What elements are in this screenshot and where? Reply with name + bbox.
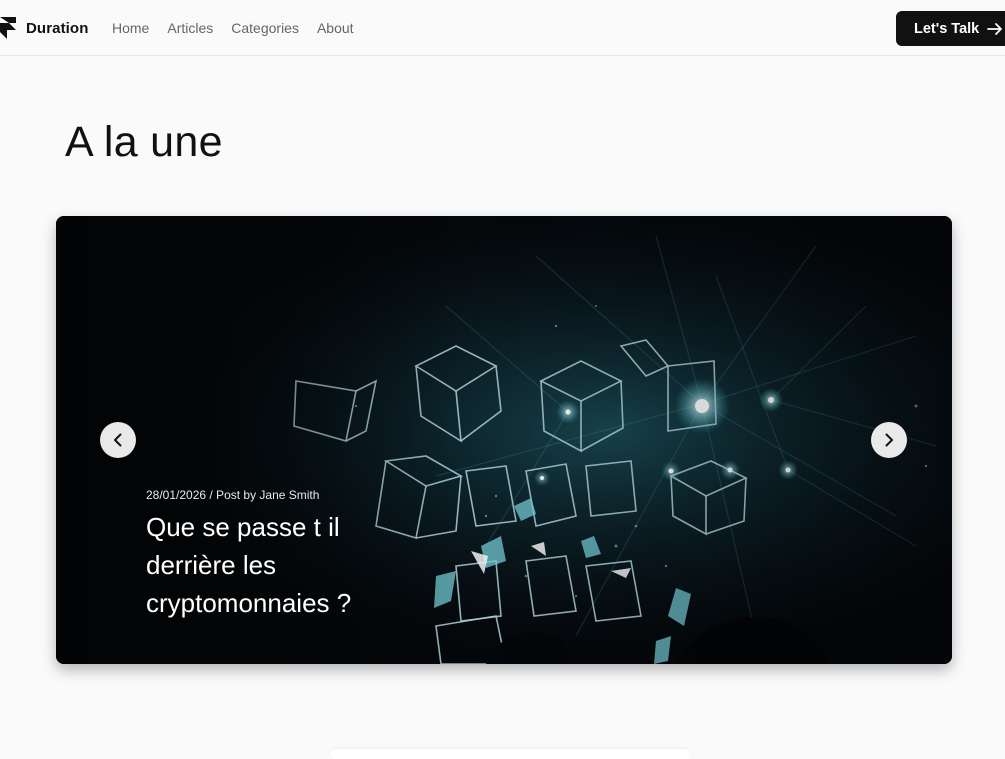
- duration-logo-icon: [0, 17, 16, 39]
- post-meta: 28/01/2026 / Post by Jane Smith: [146, 488, 320, 502]
- main-nav: Home Articles Categories About: [112, 0, 354, 56]
- slide-caption: 28/01/2026 / Post by Jane Smith Que se p…: [146, 488, 406, 622]
- nav-categories[interactable]: Categories: [231, 20, 299, 36]
- chevron-left-icon: [114, 433, 122, 447]
- carousel-prev-button[interactable]: [100, 422, 136, 458]
- lets-talk-label: Let's Talk: [914, 20, 980, 37]
- nav-articles[interactable]: Articles: [167, 20, 213, 36]
- carousel-next-button[interactable]: [871, 422, 907, 458]
- arrow-right-icon: [987, 22, 1003, 35]
- nav-home[interactable]: Home: [112, 20, 149, 36]
- chevron-right-icon: [885, 433, 893, 447]
- next-section-card: [330, 749, 690, 759]
- featured-carousel: 28/01/2026 / Post by Jane Smith Que se p…: [56, 216, 952, 664]
- top-navbar: Duration Home Articles Categories About …: [0, 0, 1005, 56]
- lets-talk-button[interactable]: Let's Talk: [896, 11, 1005, 46]
- page-title: A la une: [65, 118, 223, 166]
- brand[interactable]: Duration: [0, 0, 88, 56]
- post-title-link[interactable]: Que se passe t il derrière les cryptomon…: [146, 508, 406, 622]
- nav-about[interactable]: About: [317, 20, 354, 36]
- brand-name: Duration: [26, 19, 89, 37]
